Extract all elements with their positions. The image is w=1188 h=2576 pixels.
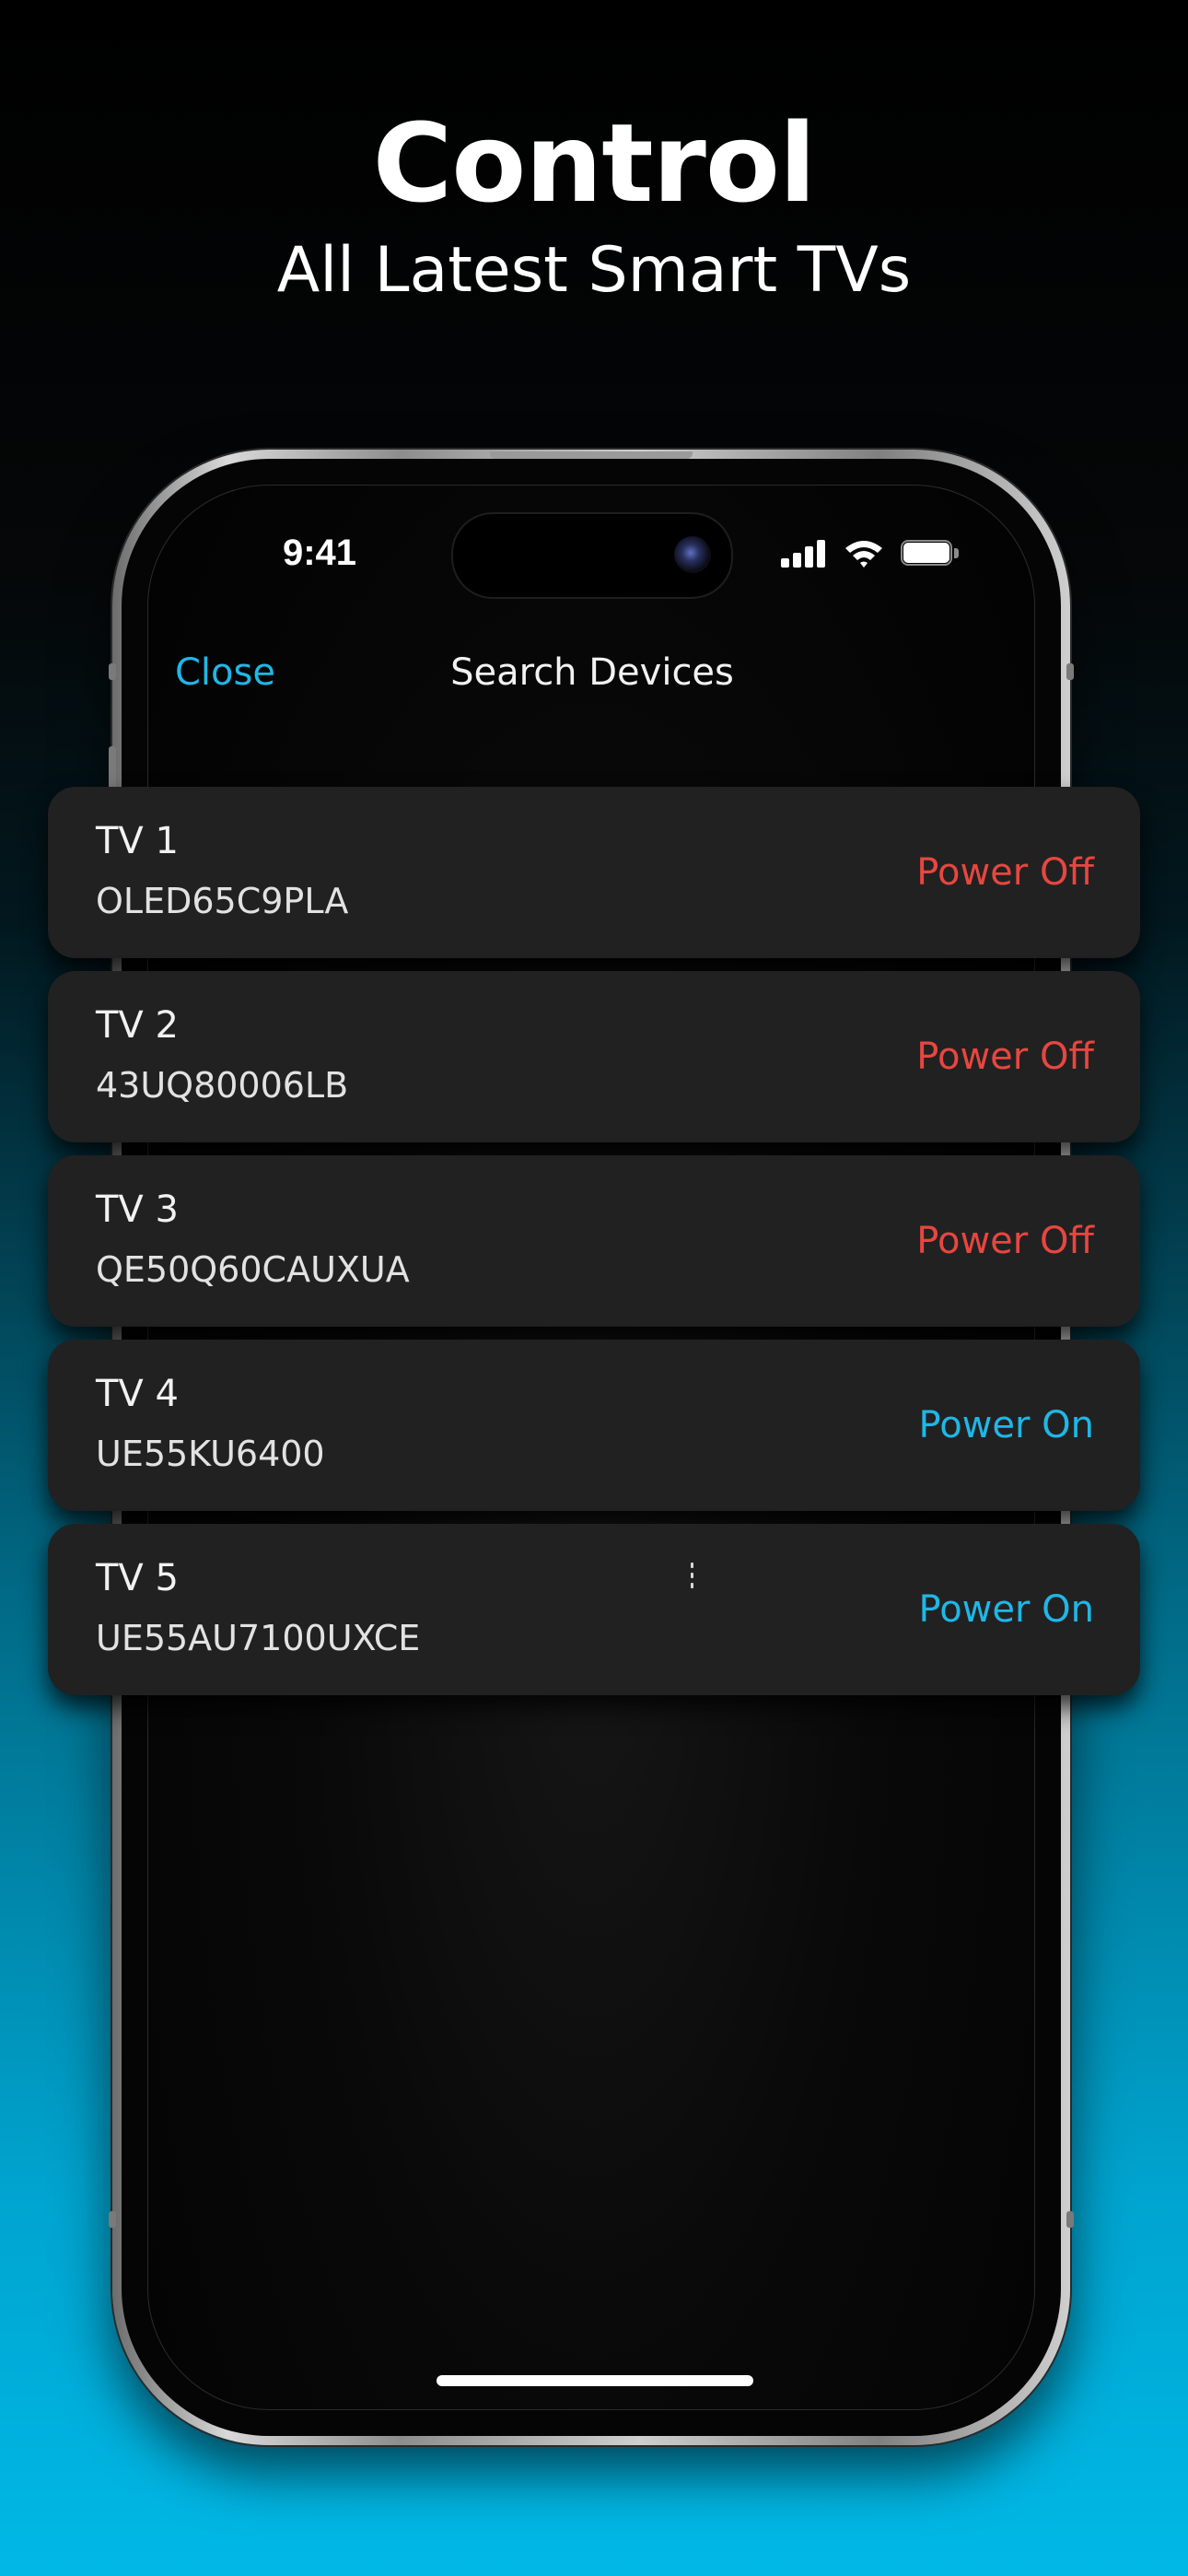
device-model: UE55KU6400 bbox=[96, 1434, 325, 1474]
power-button bbox=[1066, 663, 1074, 680]
power-status: Power Off bbox=[916, 1036, 1094, 1078]
signal-icon bbox=[781, 538, 825, 568]
device-name: TV 3 bbox=[96, 1188, 179, 1231]
device-model: UE55AU7100UXCE bbox=[96, 1618, 421, 1658]
device-card-tv-5[interactable]: TV 5 UE55AU7100UXCE Power On bbox=[48, 1524, 1140, 1695]
power-status: Power On bbox=[918, 1404, 1095, 1446]
device-card-tv-4[interactable]: TV 4 UE55KU6400 Power On bbox=[48, 1340, 1140, 1511]
device-model: QE50Q60CAUXUA bbox=[96, 1249, 410, 1290]
lower-left-button bbox=[109, 2211, 116, 2228]
page-title: Search Devices bbox=[450, 651, 734, 694]
power-status: Power Off bbox=[916, 851, 1094, 894]
drag-dots-icon bbox=[691, 1563, 693, 1596]
device-model: 43UQ80006LB bbox=[96, 1065, 349, 1106]
power-status: Power Off bbox=[916, 1220, 1094, 1262]
power-status: Power On bbox=[918, 1588, 1095, 1631]
close-button[interactable]: Close bbox=[175, 645, 275, 700]
status-bar-time: 9:41 bbox=[282, 533, 357, 573]
device-name: TV 5 bbox=[96, 1557, 179, 1599]
device-name: TV 2 bbox=[96, 1004, 179, 1047]
device-list: TV 1 OLED65C9PLA Power Off TV 2 43UQ8000… bbox=[48, 787, 1140, 1708]
device-card-tv-3[interactable]: TV 3 QE50Q60CAUXUA Power Off bbox=[48, 1155, 1140, 1327]
wifi-icon bbox=[845, 541, 882, 568]
device-model: OLED65C9PLA bbox=[96, 881, 349, 921]
home-indicator[interactable] bbox=[437, 2375, 753, 2386]
lower-right-button bbox=[1066, 2211, 1074, 2228]
battery-icon bbox=[901, 540, 960, 568]
device-card-tv-1[interactable]: TV 1 OLED65C9PLA Power Off bbox=[48, 787, 1140, 958]
promo-headline: Control bbox=[372, 100, 817, 227]
device-name: TV 1 bbox=[96, 820, 179, 862]
silent-switch bbox=[109, 663, 116, 680]
promo-subheadline: All Latest Smart TVs bbox=[276, 234, 912, 307]
status-bar-icons bbox=[781, 538, 961, 571]
camera-icon bbox=[674, 536, 711, 573]
device-name: TV 4 bbox=[96, 1373, 179, 1415]
device-card-tv-2[interactable]: TV 2 43UQ80006LB Power Off bbox=[48, 971, 1140, 1142]
dynamic-island bbox=[451, 512, 733, 599]
speaker-grille bbox=[490, 451, 693, 459]
